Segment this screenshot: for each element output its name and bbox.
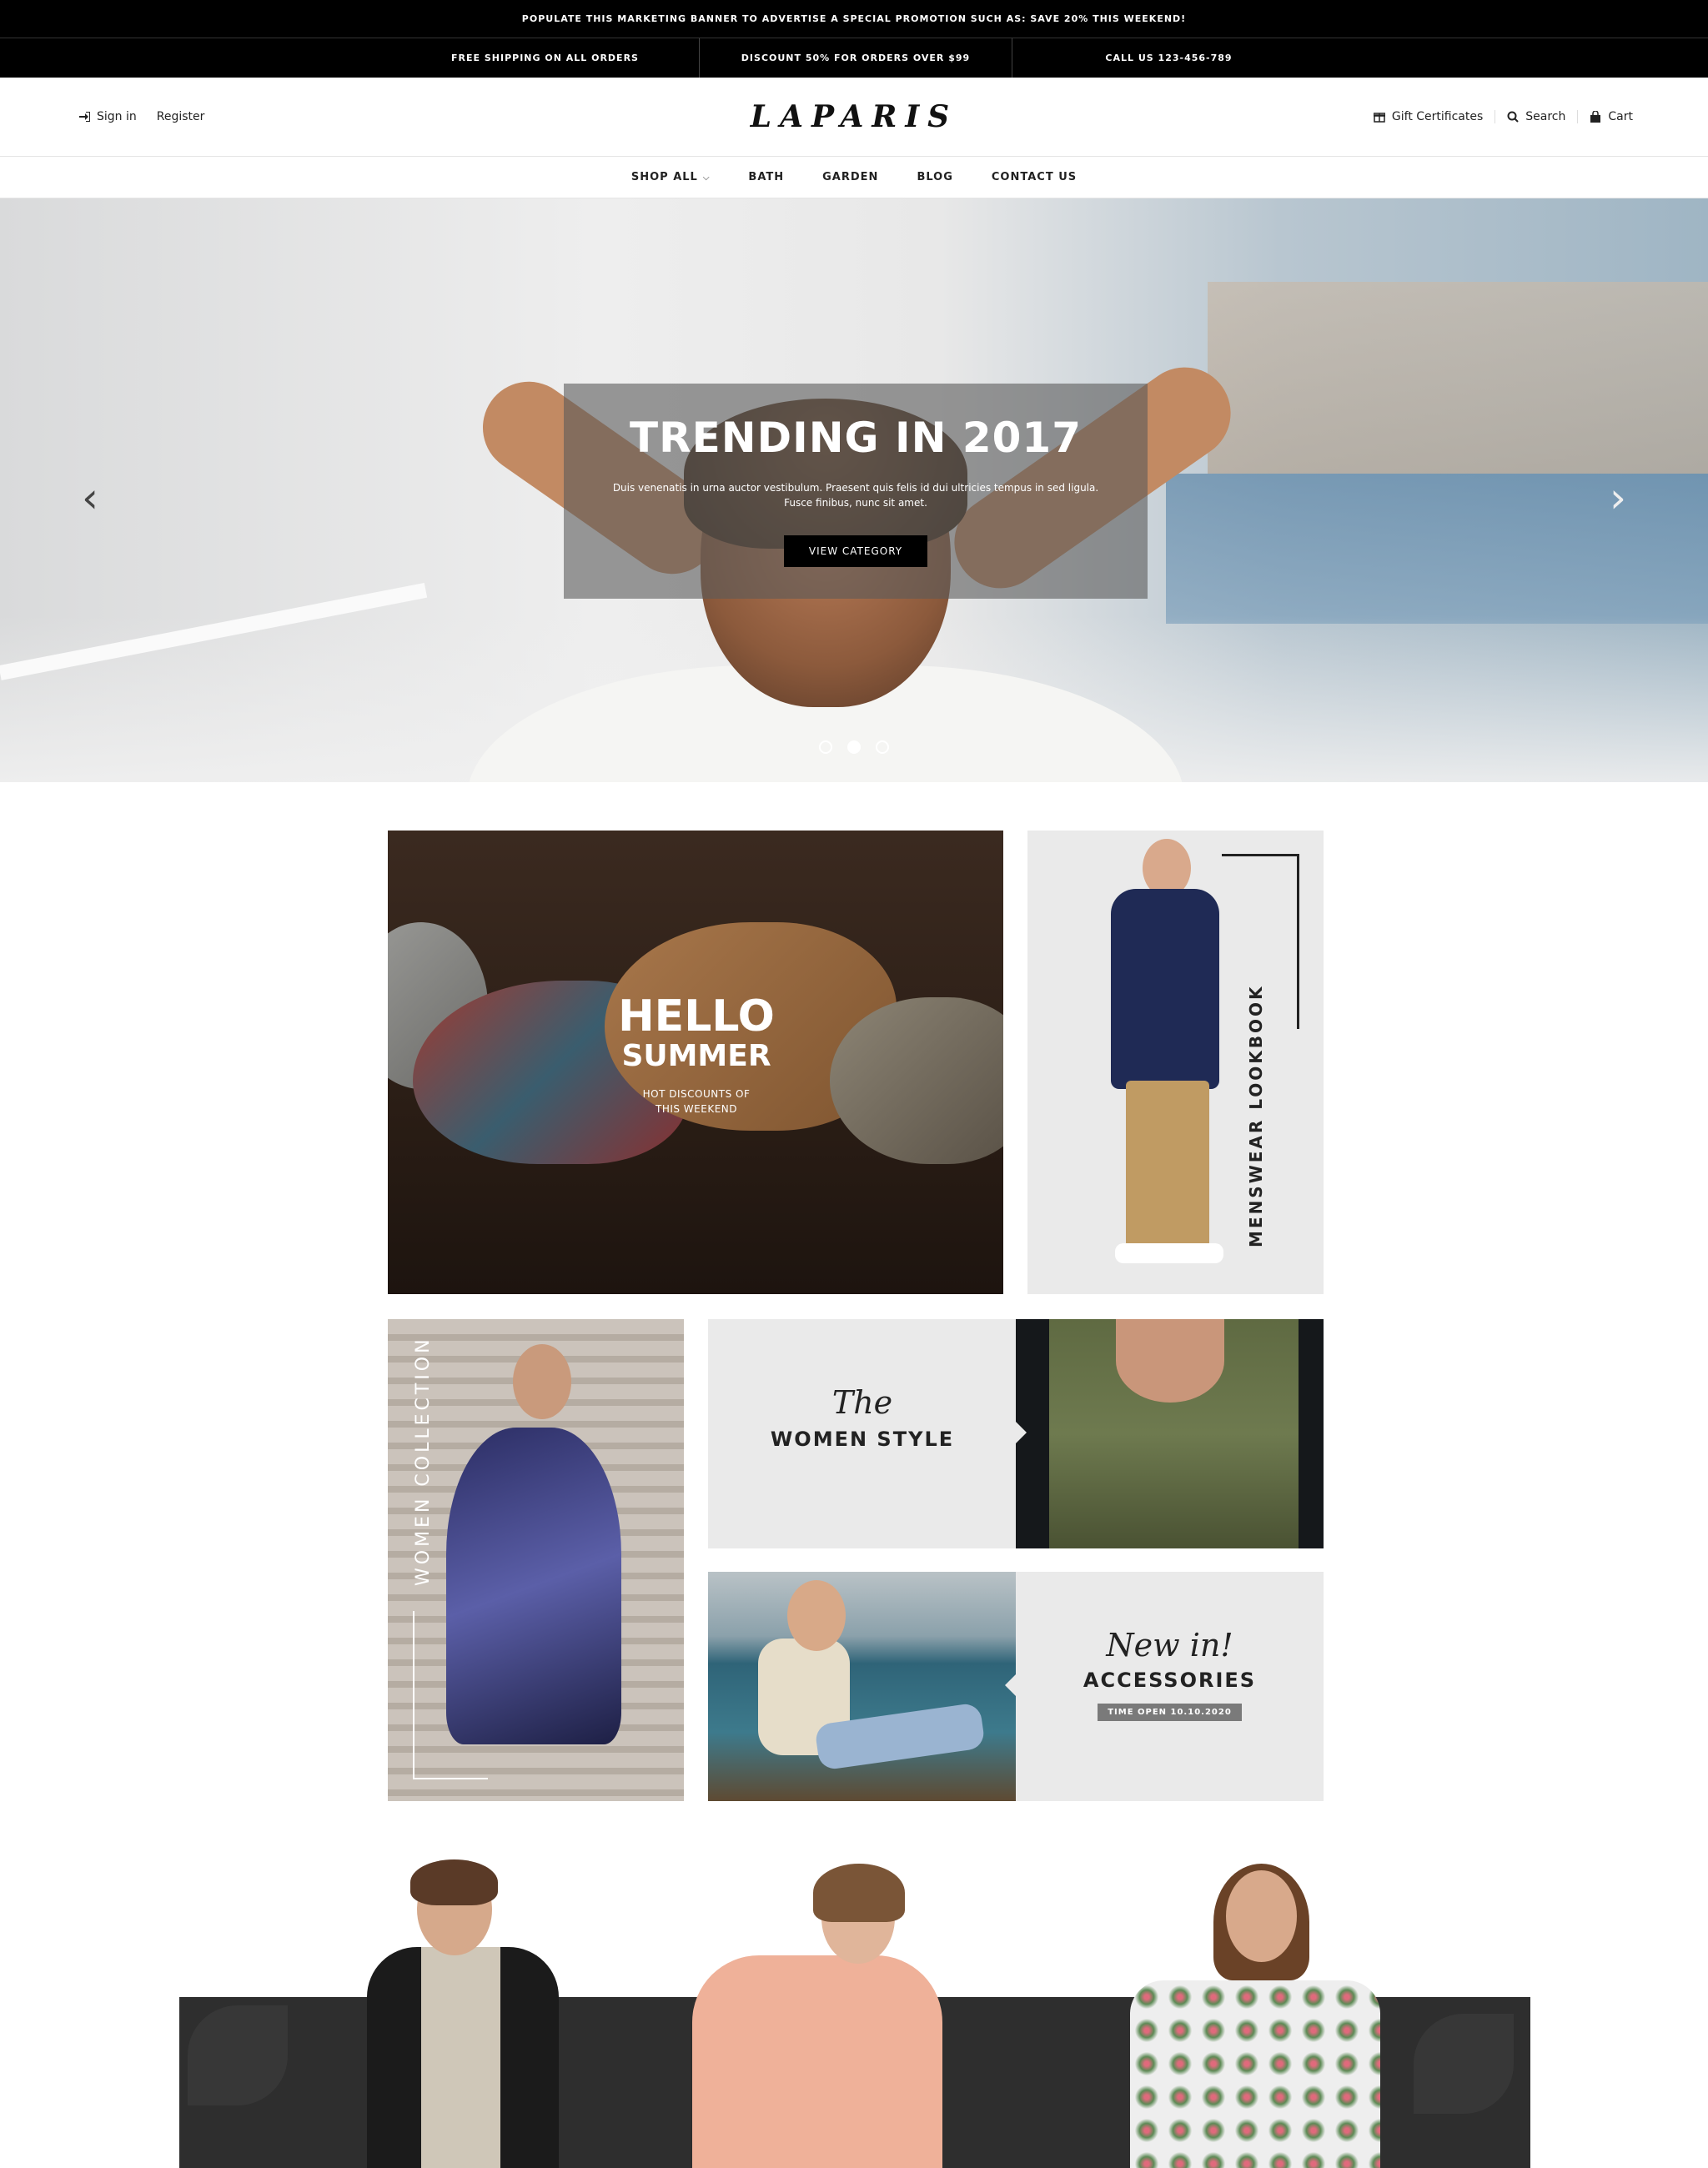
- hello-summer-line2: SUMMER: [621, 1039, 771, 1073]
- banner-grid: HELLO SUMMER HOT DISCOUNTS OF THIS WEEKE…: [0, 782, 1708, 1801]
- accessories-model-head: [787, 1580, 846, 1651]
- nav-bath[interactable]: BATH: [748, 171, 784, 183]
- search-icon: [1507, 111, 1519, 123]
- gift-icon: [1373, 113, 1385, 123]
- main-nav: SHOP ALL ⌵ BATH GARDEN BLOG CONTACT US: [0, 157, 1708, 198]
- nav-shop-all[interactable]: SHOP ALL ⌵: [631, 171, 711, 183]
- model-1-sweater: [421, 1947, 500, 2168]
- menswear-model-pants: [1126, 1081, 1209, 1247]
- hello-summer-line4: THIS WEEKEND: [655, 1103, 738, 1115]
- accessories-title: ACCESSORIES: [1083, 1669, 1257, 1692]
- model-3-head: [1226, 1870, 1297, 1962]
- hero-caption: TRENDING IN 2017 Duis venenatis in urna …: [564, 384, 1148, 599]
- accessories-notch: [1005, 1674, 1016, 1696]
- hero-bg-building: [1208, 282, 1708, 474]
- search-label: Search: [1525, 110, 1566, 123]
- accessories-time-badge: TIME OPEN 10.10.2020: [1098, 1704, 1242, 1721]
- nav-garden[interactable]: GARDEN: [822, 171, 878, 183]
- women-style-image-shadow-right: [1299, 1319, 1324, 1548]
- search-link[interactable]: Search: [1495, 110, 1579, 123]
- gift-certificates-label: Gift Certificates: [1391, 110, 1484, 123]
- hello-summer-caption: HELLO SUMMER HOT DISCOUNTS OF THIS WEEKE…: [613, 993, 780, 1117]
- women-collection-line-vertical: [413, 1611, 414, 1778]
- hero-bg-glass: [1166, 474, 1708, 624]
- promo-text: POPULATE THIS MARKETING BANNER TO ADVERT…: [521, 13, 1187, 24]
- accessories-image[interactable]: [708, 1572, 1017, 1801]
- hello-summer-banner[interactable]: HELLO SUMMER HOT DISCOUNTS OF THIS WEEKE…: [388, 831, 1003, 1294]
- cart-icon: [1590, 111, 1601, 123]
- women-style-notch: [1016, 1422, 1027, 1443]
- cart-label: Cart: [1608, 110, 1633, 123]
- model-2-hair: [813, 1864, 905, 1922]
- hero-slider: TRENDING IN 2017 Duis venenatis in urna …: [0, 198, 1708, 782]
- women-model-head: [513, 1344, 571, 1419]
- accessories-banner[interactable]: New in! ACCESSORIES TIME OPEN 10.10.2020: [1016, 1572, 1324, 1801]
- info-discount: DISCOUNT 50% FOR ORDERS OVER $99: [700, 38, 1012, 78]
- leaf-decoration-left: [188, 2005, 288, 2105]
- promo-banner: POPULATE THIS MARKETING BANNER TO ADVERT…: [0, 0, 1708, 38]
- women-style-title: WOMEN STYLE: [770, 1428, 955, 1451]
- menswear-lookbook-label: MENSWEAR LOOKBOOK: [1246, 984, 1266, 1247]
- slider-dot-1[interactable]: [819, 740, 832, 754]
- model-3-floral-top[interactable]: [1130, 1980, 1380, 2168]
- women-style-script: The: [831, 1384, 893, 1421]
- women-style-image-neck: [1116, 1319, 1224, 1403]
- hero-text: Duis venenatis in urna auctor vestibulum…: [612, 482, 1099, 509]
- menswear-lookbook-banner[interactable]: MENSWEAR LOOKBOOK: [1027, 831, 1324, 1294]
- model-2-sweater[interactable]: [692, 1955, 942, 2168]
- models-showcase: [0, 1859, 1708, 2168]
- women-collection-label: WOMEN COLLECTION: [413, 1336, 434, 1586]
- slider-prev-icon[interactable]: ‹: [82, 474, 98, 522]
- hello-summer-line3: HOT DISCOUNTS OF: [642, 1088, 751, 1100]
- model-1-hair: [410, 1859, 498, 1905]
- nav-blog[interactable]: BLOG: [917, 171, 952, 183]
- chevron-down-icon: ⌵: [702, 173, 711, 183]
- accessories-script: New in!: [1106, 1627, 1233, 1664]
- slider-dots: [0, 740, 1708, 754]
- slider-next-icon[interactable]: ›: [1610, 474, 1626, 522]
- slider-dot-2[interactable]: [847, 740, 861, 754]
- women-collection-banner[interactable]: WOMEN COLLECTION: [388, 1319, 684, 1801]
- women-collection-line-horizontal: [413, 1778, 488, 1779]
- info-bar: FREE SHIPPING ON ALL ORDERS DISCOUNT 50%…: [0, 38, 1708, 78]
- hello-summer-line1: HELLO: [618, 991, 775, 1041]
- women-style-image[interactable]: [1016, 1319, 1324, 1548]
- women-style-banner[interactable]: The WOMEN STYLE: [708, 1319, 1017, 1548]
- site-header: Sign in Register LAPARIS Gift Certificat…: [0, 78, 1708, 157]
- cart-link[interactable]: Cart: [1578, 110, 1633, 123]
- nav-shop-all-label: SHOP ALL: [630, 171, 698, 183]
- info-phone: CALL US 123-456-789: [1105, 53, 1233, 63]
- hero-title: TRENDING IN 2017: [629, 414, 1083, 462]
- slider-dot-3[interactable]: [876, 740, 889, 754]
- menswear-model-shirt: [1111, 889, 1219, 1089]
- gift-certificates-link[interactable]: Gift Certificates: [1362, 110, 1496, 123]
- nav-contact-us[interactable]: CONTACT US: [992, 171, 1077, 183]
- info-free-shipping: FREE SHIPPING ON ALL ORDERS: [391, 38, 700, 78]
- women-model-dress: [446, 1428, 621, 1744]
- leaf-decoration-right: [1414, 2014, 1514, 2114]
- menswear-model-shoes: [1115, 1243, 1223, 1263]
- view-category-button[interactable]: VIEW CATEGORY: [783, 535, 928, 567]
